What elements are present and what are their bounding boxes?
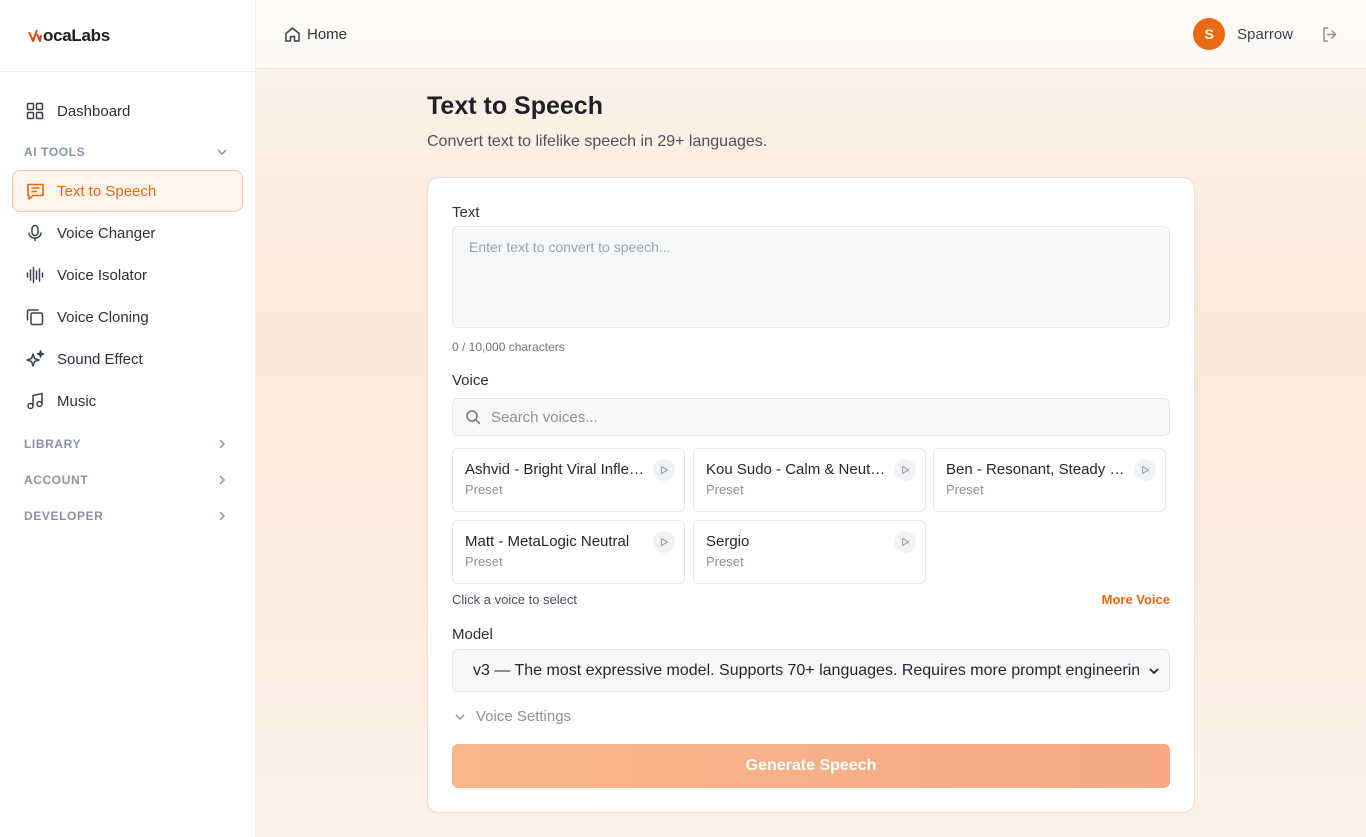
- play-icon[interactable]: [894, 459, 916, 481]
- chevron-right-icon: [219, 511, 226, 521]
- logo-wordmark: ocaLabs: [43, 25, 110, 45]
- section-ai-tools[interactable]: AI TOOLS: [12, 134, 243, 170]
- play-icon[interactable]: [653, 531, 675, 553]
- voice-settings-toggle[interactable]: Voice Settings: [452, 708, 571, 725]
- chevron-right-icon: [219, 439, 226, 449]
- logo-text: ocaLabs: [28, 26, 110, 46]
- dashboard-grid-icon: [25, 101, 45, 121]
- voice-card[interactable]: Ben - Resonant, Steady Voice Preset: [933, 448, 1166, 512]
- sidebar-item-sound-effect[interactable]: Sound Effect: [12, 338, 243, 380]
- username[interactable]: Sparrow: [1237, 26, 1293, 43]
- voice-type: Preset: [946, 482, 984, 497]
- breadcrumb-label: Home: [307, 25, 348, 43]
- sidebar-item-dashboard[interactable]: Dashboard: [12, 90, 243, 132]
- microphone-icon: [25, 223, 45, 243]
- sidebar-item-label: Sound Effect: [57, 350, 143, 368]
- breadcrumb-home[interactable]: Home: [284, 26, 347, 43]
- play-icon[interactable]: [1134, 459, 1156, 481]
- logo-mark-icon: [28, 29, 42, 42]
- model-select[interactable]: v3 — The most expressive model. Supports…: [452, 649, 1170, 692]
- tts-form-card: Text Enter text to convert to speech... …: [427, 177, 1195, 813]
- sidebar-item-text-to-speech[interactable]: Text to Speech: [12, 170, 243, 212]
- sidebar-item-voice-cloning[interactable]: Voice Cloning: [12, 296, 243, 338]
- voice-name: Matt - MetaLogic Neutral: [465, 533, 630, 550]
- section-label: ACCOUNT: [24, 473, 89, 487]
- chevron-down-icon: [455, 713, 465, 720]
- model-label: Model: [452, 626, 493, 643]
- page-title: Text to Speech: [427, 92, 603, 120]
- sidebar-item-label: Music: [57, 392, 97, 410]
- model-selected-value: v3 — The most expressive model. Supports…: [473, 661, 1139, 679]
- voice-name: Kou Sudo - Calm & Neutral: [706, 461, 886, 478]
- home-icon: [285, 26, 300, 42]
- sidebar-item-label: Voice Changer: [57, 224, 156, 242]
- sparkles-icon: [25, 349, 45, 369]
- section-label: LIBRARY: [24, 437, 82, 451]
- voice-type: Preset: [465, 482, 503, 497]
- search-icon: [466, 410, 481, 425]
- voice-label: Voice: [452, 372, 489, 389]
- voice-search[interactable]: [452, 398, 1170, 436]
- sidebar-item-music[interactable]: Music: [12, 380, 243, 422]
- music-note-icon: [25, 391, 45, 411]
- waveform-icon: [25, 265, 45, 285]
- play-icon[interactable]: [894, 531, 916, 553]
- chevron-down-icon: [1149, 668, 1159, 675]
- voice-name: Ben - Resonant, Steady Voice: [946, 461, 1126, 478]
- char-count: 0 / 10,000 characters: [452, 340, 565, 354]
- sidebar-item-label: Voice Cloning: [57, 308, 149, 326]
- section-label: AI TOOLS: [24, 145, 86, 159]
- section-developer[interactable]: DEVELOPER: [12, 498, 243, 534]
- copy-icon: [25, 307, 45, 327]
- sidebar-item-label: Voice Isolator: [57, 266, 148, 284]
- topbar: Home S Sparrow: [256, 0, 1366, 69]
- more-voice-link[interactable]: More Voice: [1102, 592, 1170, 607]
- chevron-right-icon: [219, 475, 226, 485]
- generate-speech-button[interactable]: Generate Speech: [452, 744, 1170, 788]
- voice-name: Ashvid - Bright Viral Inflection: [465, 461, 645, 478]
- section-account[interactable]: ACCOUNT: [12, 462, 243, 498]
- sidebar-nav: Dashboard AI TOOLS Text to Speech Voice …: [0, 72, 255, 534]
- voice-name: Sergio: [706, 533, 750, 550]
- sidebar-item-voice-isolator[interactable]: Voice Isolator: [12, 254, 243, 296]
- logo[interactable]: ocaLabs: [0, 0, 255, 72]
- sidebar-item-label: Text to Speech: [57, 182, 157, 200]
- search-input[interactable]: [491, 408, 1091, 426]
- play-icon[interactable]: [653, 459, 675, 481]
- voice-type: Preset: [465, 554, 503, 569]
- section-label: DEVELOPER: [24, 509, 104, 523]
- chat-text-icon: [25, 181, 45, 201]
- section-library[interactable]: LIBRARY: [12, 426, 243, 462]
- text-label: Text: [452, 204, 480, 221]
- avatar[interactable]: S: [1193, 18, 1226, 50]
- user-menu: S Sparrow: [1193, 18, 1338, 50]
- text-input[interactable]: Enter text to convert to speech...: [452, 226, 1170, 328]
- sidebar-item-label: Dashboard: [57, 102, 131, 120]
- page-header: Text to Speech Convert text to lifelike …: [427, 92, 1195, 151]
- voice-card[interactable]: Kou Sudo - Calm & Neutral Preset: [693, 448, 926, 512]
- voice-card[interactable]: Sergio Preset: [693, 520, 926, 584]
- voice-card[interactable]: Matt - MetaLogic Neutral Preset: [452, 520, 685, 584]
- logout-icon[interactable]: [1321, 26, 1338, 43]
- page-subtitle: Convert text to lifelike speech in 29+ l…: [427, 133, 768, 150]
- voice-hint: Click a voice to select: [452, 592, 577, 607]
- voice-type: Preset: [706, 554, 744, 569]
- voice-type: Preset: [706, 482, 744, 497]
- chevron-down-icon: [217, 149, 227, 156]
- sidebar: ocaLabs Dashboard AI TOOLS Text to Speec…: [0, 0, 256, 837]
- voice-card[interactable]: Ashvid - Bright Viral Inflection Preset: [452, 448, 685, 512]
- voice-settings-label: Voice Settings: [476, 708, 572, 725]
- main-area: Home S Sparrow Text to Speech Convert te…: [256, 0, 1366, 837]
- sidebar-item-voice-changer[interactable]: Voice Changer: [12, 212, 243, 254]
